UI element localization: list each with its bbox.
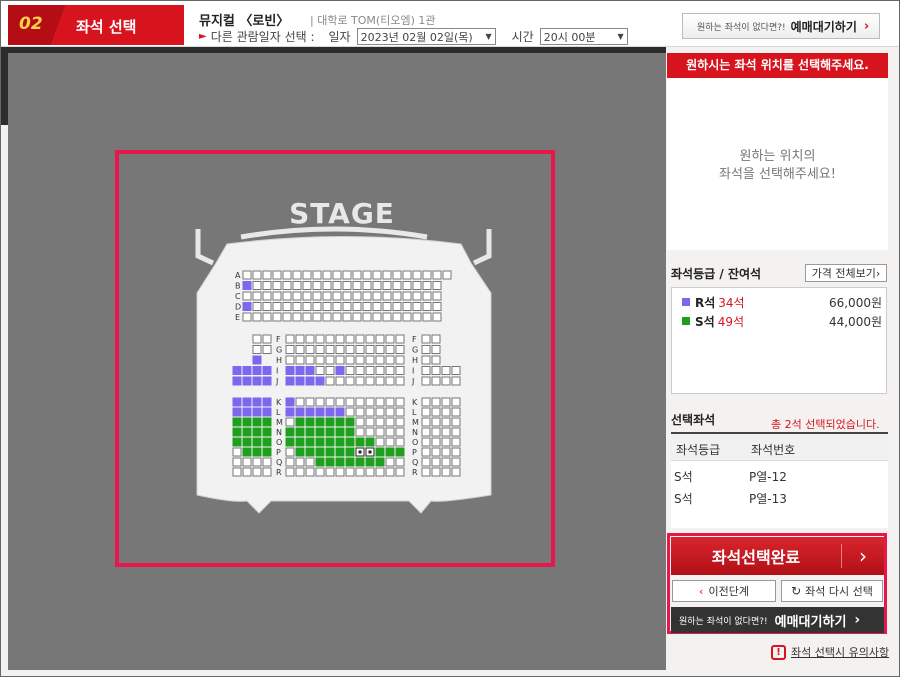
chevron-left-icon: ‹ xyxy=(699,584,704,598)
chevron-down-icon: ▼ xyxy=(617,32,624,41)
grade-name: S석 xyxy=(695,314,715,329)
header: 02 좌석 선택 뮤지컬 〈로빈〉 | 대학로 TOM(티오엠) 1관 ► 다른… xyxy=(1,1,899,47)
venue-name: | 대학로 TOM(티오엠) 1관 xyxy=(310,14,436,27)
waitlist-hint: 원하는 좌석이 없다면?! xyxy=(697,22,786,33)
arrow-right-icon: ► xyxy=(199,31,207,42)
chevron-right-icon: › xyxy=(863,18,870,34)
waitlist-label: 예매대기하기 xyxy=(774,614,847,630)
grade-remaining: 49석 xyxy=(717,314,744,329)
chevron-right-icon: › xyxy=(854,612,861,628)
time-label: 시간 xyxy=(511,30,534,44)
alt-date-row: ► 다른 관람일자 선택 : 일자 2023년 02월 02일(목) ▼ 시간 … xyxy=(199,28,628,45)
date-label: 일자 xyxy=(328,30,351,44)
grade-row-s: S석 49석 44,000원 xyxy=(682,313,882,329)
date-select[interactable]: 2023년 02월 02일(목) ▼ xyxy=(356,28,496,45)
prev-step-button[interactable]: ‹ 이전단계 xyxy=(672,580,776,602)
waitlist-button-bottom[interactable]: 원하는 좌석이 없다면?! 예매대기하기 › xyxy=(671,607,884,633)
selected-count: 총 2석 선택되었습니다. xyxy=(771,418,880,431)
chevron-right-icon: › xyxy=(859,544,867,568)
selected-seats-title: 선택좌석 xyxy=(671,413,716,427)
time-select[interactable]: 20시 00분 ▼ xyxy=(539,28,628,45)
waitlist-hint: 원하는 좌석이 없다면?! xyxy=(679,616,768,627)
caution-link[interactable]: ! 좌석 선택시 유의사항 xyxy=(771,644,889,660)
show-title: 뮤지컬 〈로빈〉 xyxy=(199,14,290,29)
warning-icon: ! xyxy=(771,644,786,660)
time-select-value: 20시 00분 xyxy=(543,30,596,44)
pick-message-line1: 원하는 위치의 xyxy=(739,149,816,164)
grade-remaining: 34석 xyxy=(718,295,745,310)
booking-window: ABCDEFFGGHHIIJJKKLLMMNNOOPPQQRR STAGE 02… xyxy=(0,0,900,677)
grade-row-r: R석 34석 66,000원 xyxy=(682,294,882,310)
grade-list: R석 34석 66,000원 S석 49석 44,000원 xyxy=(671,287,887,394)
step-number: 02 xyxy=(19,14,43,34)
step-title: 좌석 선택 xyxy=(76,18,137,36)
selected-grade: S석 xyxy=(674,492,693,506)
selected-seats-table: 좌석등급 좌석번호 S석 P열-12 S석 P열-13 xyxy=(671,432,888,528)
header-grade: 좌석등급 xyxy=(676,443,721,457)
selected-row: S석 P열-13 xyxy=(671,488,888,508)
waitlist-label: 예매대기하기 xyxy=(790,19,857,34)
price-view-label: 가격 전체보기 xyxy=(811,267,876,280)
header-seat: 좌석번호 xyxy=(751,443,796,457)
reselect-label: 좌석 다시 선택 xyxy=(805,585,873,598)
waitlist-button-top[interactable]: 원하는 좌석이 없다면?! 예매대기하기 › xyxy=(682,13,880,39)
prev-step-label: 이전단계 xyxy=(708,585,749,598)
chevron-right-icon: › xyxy=(875,266,881,280)
step-badge: 02 좌석 선택 xyxy=(8,5,184,45)
reselect-button[interactable]: ↻ 좌석 다시 선택 xyxy=(781,580,883,602)
alt-date-label: 다른 관람일자 선택 : xyxy=(210,30,315,44)
complete-selection-label: 좌석선택완료 xyxy=(711,548,801,567)
date-select-value: 2023년 02월 02일(목) xyxy=(360,30,473,44)
selected-table-header: 좌석등급 좌석번호 xyxy=(671,434,888,461)
selected-row: S석 P열-12 xyxy=(671,466,888,486)
selected-seat: P열-12 xyxy=(749,470,787,484)
notice-bar: 원하시는 좌석 위치를 선택해주세요. xyxy=(667,53,888,78)
refresh-icon: ↻ xyxy=(791,584,802,598)
seat-map-highlight xyxy=(115,150,555,567)
chevron-down-icon: ▼ xyxy=(485,32,492,41)
grade-price: 44,000원 xyxy=(828,314,882,329)
selected-grade: S석 xyxy=(674,470,693,484)
grade-name: R석 xyxy=(695,295,716,310)
r-seat-swatch xyxy=(682,298,690,306)
pick-message: 원하는 위치의 좌석을 선택해주세요! xyxy=(667,148,888,184)
complete-selection-button[interactable]: 좌석선택완료 › xyxy=(671,537,884,575)
grade-title: 좌석등급 / 잔여석 xyxy=(671,267,762,281)
selected-position-box: 원하는 위치의 좌석을 선택해주세요! xyxy=(667,78,888,250)
grade-price: 66,000원 xyxy=(828,295,882,310)
s-seat-swatch xyxy=(682,317,690,325)
pick-message-line2: 좌석을 선택해주세요! xyxy=(719,167,836,182)
selected-seat: P열-13 xyxy=(749,492,787,506)
caution-label: 좌석 선택시 유의사항 xyxy=(791,646,890,659)
price-view-button[interactable]: 가격 전체보기 › xyxy=(805,264,887,282)
